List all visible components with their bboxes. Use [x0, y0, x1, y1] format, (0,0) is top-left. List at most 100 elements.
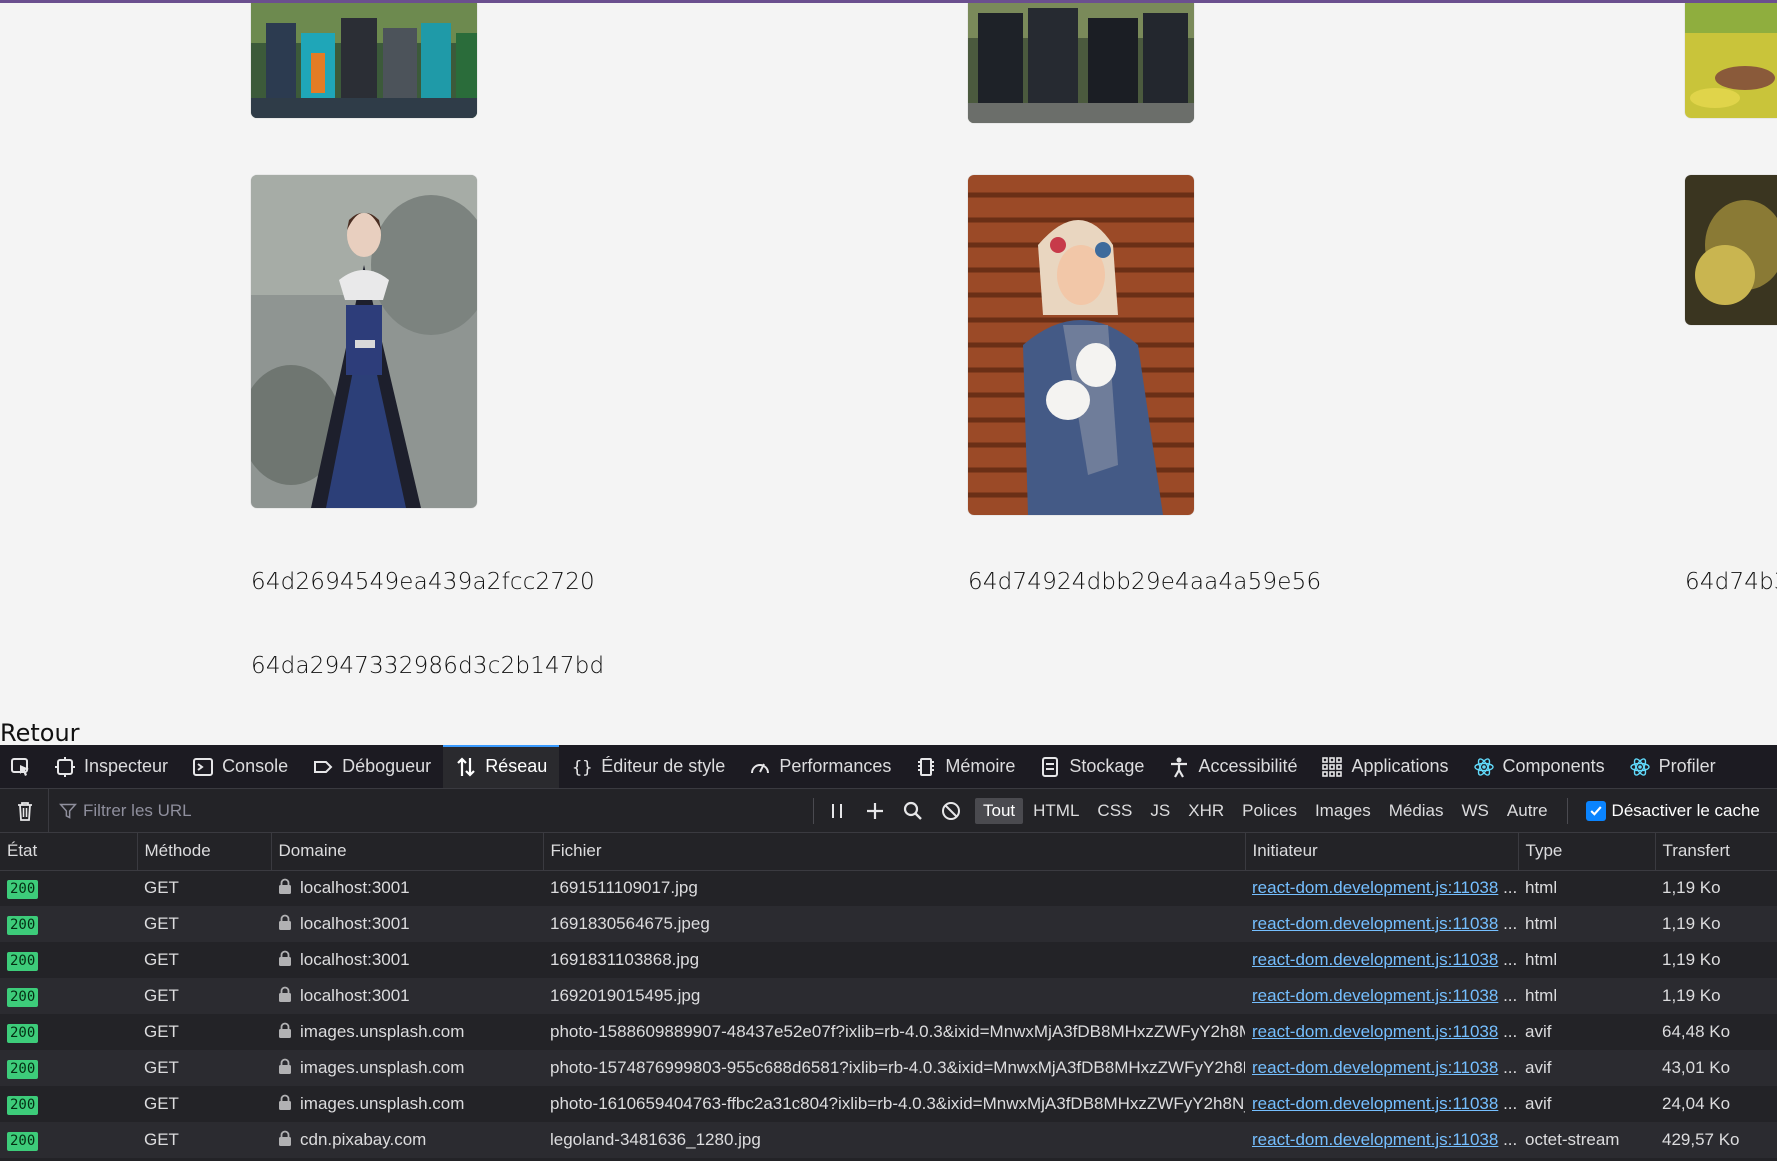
- lock-icon: [279, 1022, 291, 1038]
- initiator-link[interactable]: react-dom.development.js:11038: [1252, 1094, 1498, 1113]
- column-header-domain[interactable]: Domaine: [271, 833, 544, 871]
- table-row[interactable]: 200 GET localhost:3001 1692019015495.jpg rea…: [0, 978, 1777, 1014]
- column-header-transfer[interactable]: Transfert: [1655, 833, 1777, 871]
- lock-icon: [279, 878, 291, 895]
- element-picker-button[interactable]: [0, 745, 42, 788]
- tab-debugger[interactable]: Débogueur: [300, 745, 443, 788]
- add-request-button[interactable]: [862, 798, 888, 824]
- initiator-link[interactable]: react-dom.development.js:11038: [1252, 1130, 1498, 1149]
- status-cell: 200: [0, 906, 137, 942]
- file-cell: photo-1574876999803-955c688d6581?ixlib=r…: [543, 1050, 1245, 1086]
- filter-type-js[interactable]: JS: [1142, 798, 1178, 824]
- block-requests-button[interactable]: [938, 798, 964, 824]
- tab-label: Profiler: [1658, 756, 1716, 776]
- gallery-photo[interactable]: [968, 3, 1194, 123]
- column-header-file[interactable]: Fichier: [543, 833, 1246, 871]
- tab-label: Mémoire: [945, 756, 1016, 776]
- domain-cell: localhost:3001: [271, 978, 543, 1014]
- type-cell: avif: [1518, 1086, 1655, 1122]
- initiator-ellipsis: ...: [1503, 1130, 1518, 1149]
- column-header-type[interactable]: Type: [1518, 833, 1656, 871]
- tab-style-editor[interactable]: {} Éditeur de style: [559, 745, 737, 788]
- tab-console[interactable]: Console: [180, 745, 300, 788]
- table-row[interactable]: 200 GET images.unsplash.com photo-157487699…: [0, 1050, 1777, 1086]
- toolbar-divider: [813, 797, 814, 824]
- transfer-cell: 1,19 Ko: [1655, 870, 1777, 906]
- clear-requests-button[interactable]: [12, 798, 38, 824]
- gallery-photo[interactable]: [1685, 3, 1777, 118]
- status-badge: 200: [7, 951, 39, 971]
- tab-applications[interactable]: Applications: [1309, 745, 1460, 788]
- column-header-initiator[interactable]: Initiateur: [1245, 833, 1519, 871]
- applications-icon: [1321, 756, 1343, 778]
- initiator-ellipsis: ...: [1503, 986, 1518, 1005]
- search-button[interactable]: [900, 798, 926, 824]
- table-row[interactable]: 200 GET localhost:3001 1691831103868.jpg rea…: [0, 942, 1777, 978]
- tab-network[interactable]: Réseau: [443, 745, 560, 788]
- filter-type-images[interactable]: Images: [1307, 798, 1379, 824]
- table-row[interactable]: 200 GET cdn.pixabay.com legoland-3481636_12…: [0, 1122, 1777, 1158]
- initiator-link[interactable]: react-dom.development.js:11038: [1252, 914, 1498, 933]
- gallery-photo[interactable]: [968, 175, 1194, 515]
- tab-label: Accessibilité: [1198, 756, 1298, 776]
- initiator-link[interactable]: react-dom.development.js:11038: [1252, 986, 1498, 1005]
- block-icon: [942, 801, 960, 820]
- gallery-photo[interactable]: [1685, 175, 1777, 325]
- tab-storage[interactable]: Stockage: [1027, 745, 1156, 788]
- status-badge: 200: [7, 915, 39, 935]
- disable-cache-checkbox[interactable]: Désactiver le cache: [1585, 800, 1760, 821]
- tab-performance[interactable]: Performances: [737, 745, 903, 788]
- table-header-row: État Méthode Domaine Fichier Initiateur …: [0, 833, 1777, 871]
- initiator-cell: react-dom.development.js:11038 ...: [1245, 1050, 1518, 1086]
- filter-type-other[interactable]: Autre: [1499, 798, 1556, 824]
- tab-memory[interactable]: Mémoire: [903, 745, 1027, 788]
- initiator-link[interactable]: react-dom.development.js:11038: [1252, 1022, 1498, 1041]
- pause-icon: [832, 803, 842, 818]
- initiator-link[interactable]: react-dom.development.js:11038: [1252, 878, 1498, 897]
- devtools-panel: Inspecteur Console Débogueur Réseau {} É…: [0, 745, 1777, 1161]
- url-filter-input[interactable]: [83, 800, 723, 821]
- back-link[interactable]: Retour: [0, 719, 80, 745]
- filter-type-html[interactable]: HTML: [1025, 798, 1087, 824]
- gallery-item-id: 64da2947332986d3c2b147bd: [251, 653, 605, 679]
- domain-text: images.unsplash.com: [300, 1094, 465, 1113]
- filter-type-media[interactable]: Médias: [1381, 798, 1452, 824]
- initiator-cell: react-dom.development.js:11038 ...: [1245, 1122, 1518, 1158]
- column-header-method[interactable]: Méthode: [137, 833, 272, 871]
- filter-type-all[interactable]: Tout: [975, 797, 1024, 824]
- gallery-photo[interactable]: [251, 3, 477, 118]
- initiator-link[interactable]: react-dom.development.js:11038: [1252, 950, 1498, 969]
- pause-button[interactable]: [824, 798, 850, 824]
- tab-inspector[interactable]: Inspecteur: [42, 745, 180, 788]
- memory-icon: [915, 756, 937, 778]
- checkbox-checked-icon: [1585, 800, 1606, 821]
- transfer-cell: 429,57 Ko: [1655, 1122, 1777, 1158]
- table-row[interactable]: 200 GET images.unsplash.com photo-161065940…: [0, 1086, 1777, 1122]
- file-cell: photo-1610659404763-ffbc2a31c804?ixlib=r…: [543, 1086, 1245, 1122]
- tab-profiler[interactable]: Profiler: [1617, 745, 1728, 788]
- table-row[interactable]: 200 GET localhost:3001 1691511109017.jpg rea…: [0, 870, 1777, 906]
- tab-accessibility[interactable]: Accessibilité: [1156, 745, 1309, 788]
- table-row[interactable]: 200 GET images.unsplash.com photo-158860988…: [0, 1014, 1777, 1050]
- domain-text: localhost:3001: [300, 914, 410, 933]
- status-badge: 200: [7, 1023, 39, 1043]
- tab-label: Éditeur de style: [601, 756, 726, 776]
- gallery-photo[interactable]: [251, 175, 477, 508]
- tab-components[interactable]: Components: [1461, 745, 1617, 788]
- filter-type-fonts[interactable]: Polices: [1234, 798, 1305, 824]
- filter-type-xhr[interactable]: XHR: [1180, 798, 1232, 824]
- method-cell: GET: [137, 870, 271, 906]
- transfer-cell: 1,19 Ko: [1655, 978, 1777, 1014]
- filter-type-css[interactable]: CSS: [1089, 798, 1140, 824]
- column-header-status[interactable]: État: [0, 833, 138, 871]
- filter-type-ws[interactable]: WS: [1454, 798, 1497, 824]
- filter-icon: [59, 803, 77, 819]
- table-row[interactable]: 200 GET localhost:3001 1691830564675.jpeg re…: [0, 906, 1777, 942]
- initiator-link[interactable]: react-dom.development.js:11038: [1252, 1058, 1498, 1077]
- transfer-cell: 43,01 Ko: [1655, 1050, 1777, 1086]
- domain-text: localhost:3001: [300, 878, 410, 898]
- tab-label: Débogueur: [342, 756, 432, 776]
- trash-icon: [18, 801, 32, 821]
- transfer-cell: 1,19 Ko: [1655, 906, 1777, 942]
- tab-label: Réseau: [485, 756, 548, 776]
